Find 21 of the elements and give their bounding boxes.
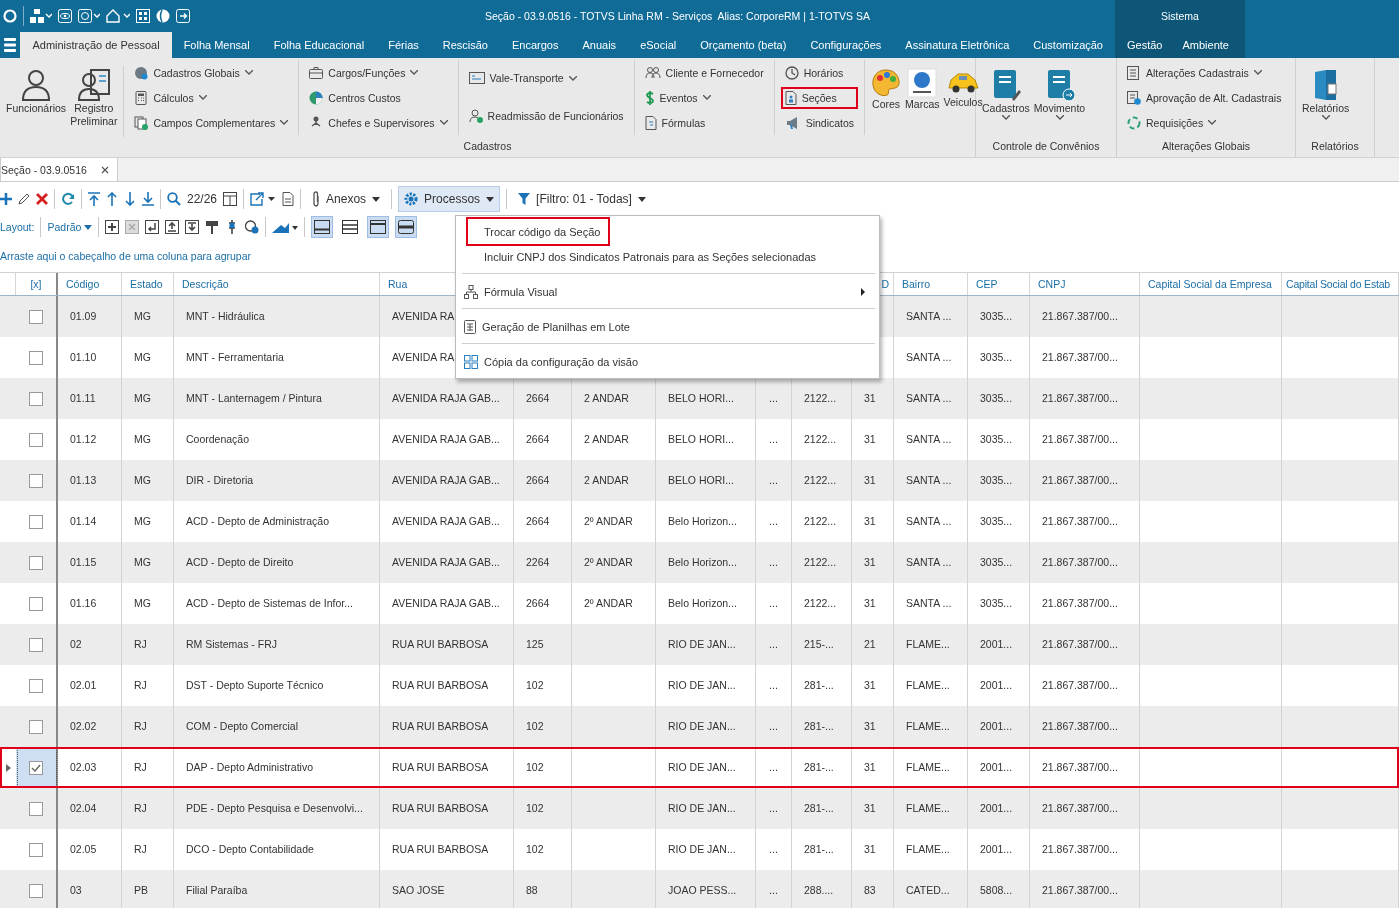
group-label: Cadastros [462, 139, 513, 154]
table-cell: Filial Paraíba [174, 870, 380, 908]
table-cell: 83 [852, 870, 894, 908]
record-counter: 22/26 [187, 192, 218, 206]
table-cell: 5808... [968, 870, 1030, 908]
window-title: Seção - 03.9.0516 - TOTVS Linha RM - Serviços Alias: CorporeRM | 1-TOTVS SA [484, 10, 871, 22]
group-label: Alterações Globais [1160, 139, 1252, 154]
table-cell: PB [122, 870, 174, 908]
table-cell: SAO JOSE [380, 870, 514, 908]
layout-label: Layout: [0, 221, 35, 233]
table-cell: ... [756, 870, 792, 908]
section-label: Sistema [1160, 9, 1200, 24]
table-cell: 88 [514, 870, 572, 908]
group-panel-hint: Arraste aqui o cabeçalho de uma coluna para agrupar [0, 250, 251, 262]
group-label: Relatórios [1310, 139, 1360, 154]
table-cell: 288.... [792, 870, 852, 908]
table-cell: 21.867.387/00... [1030, 870, 1140, 908]
table-cell: 03 [58, 870, 122, 908]
table-cell: JOAO PESS... [656, 870, 756, 908]
group-label: Controle de Convênios [991, 139, 1101, 154]
table-cell: CATED... [894, 870, 968, 908]
